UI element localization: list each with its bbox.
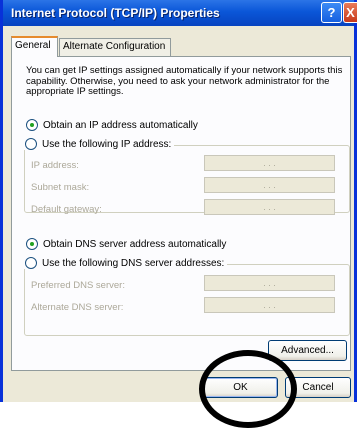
help-button[interactable]: ?: [321, 2, 342, 23]
alternate-dns-label: Alternate DNS server:: [31, 302, 124, 313]
ip-address-field: . . .: [204, 155, 335, 171]
default-gateway-label: Default gateway:: [31, 204, 102, 215]
help-icon: ?: [327, 5, 336, 20]
alternate-dns-field: . . .: [204, 297, 335, 313]
advanced-button[interactable]: Advanced...: [268, 340, 347, 361]
subnet-mask-label: Subnet mask:: [31, 182, 90, 193]
radio-checked-icon: [26, 119, 38, 131]
tab-alternate-configuration[interactable]: Alternate Configuration: [59, 38, 171, 56]
default-gateway-field: . . .: [204, 199, 335, 215]
window-title: Internet Protocol (TCP/IP) Properties: [11, 6, 220, 20]
obtain-ip-auto-label: Obtain an IP address automatically: [43, 119, 198, 131]
preferred-dns-label: Preferred DNS server:: [31, 280, 125, 291]
obtain-dns-auto-label: Obtain DNS server address automatically: [43, 238, 227, 250]
use-following-dns-label: Use the following DNS server addresses:: [42, 257, 225, 269]
close-button[interactable]: X: [343, 2, 357, 23]
properties-dialog: Internet Protocol (TCP/IP) Properties ? …: [0, 0, 357, 428]
obtain-dns-auto-radio[interactable]: Obtain DNS server address automatically: [26, 238, 226, 250]
radio-checked-icon: [26, 238, 38, 250]
preferred-dns-field: . . .: [204, 275, 335, 291]
radio-unchecked-icon: [25, 138, 37, 150]
title-bar[interactable]: Internet Protocol (TCP/IP) Properties ? …: [3, 0, 357, 26]
use-following-ip-label: Use the following IP address:: [42, 138, 172, 150]
ip-address-label: IP address:: [31, 160, 79, 171]
close-icon: X: [346, 5, 355, 20]
use-following-dns-radio[interactable]: Use the following DNS server addresses:: [22, 257, 228, 269]
general-panel: You can get IP settings assigned automat…: [11, 56, 351, 371]
tab-general[interactable]: General: [11, 36, 58, 57]
obtain-ip-auto-radio[interactable]: Obtain an IP address automatically: [26, 119, 198, 131]
annotation-circle: [199, 350, 297, 428]
info-text: You can get IP settings assigned automat…: [26, 65, 343, 97]
subnet-mask-field: . . .: [204, 177, 335, 193]
use-following-ip-radio[interactable]: Use the following IP address:: [22, 138, 175, 150]
radio-unchecked-icon: [25, 257, 37, 269]
